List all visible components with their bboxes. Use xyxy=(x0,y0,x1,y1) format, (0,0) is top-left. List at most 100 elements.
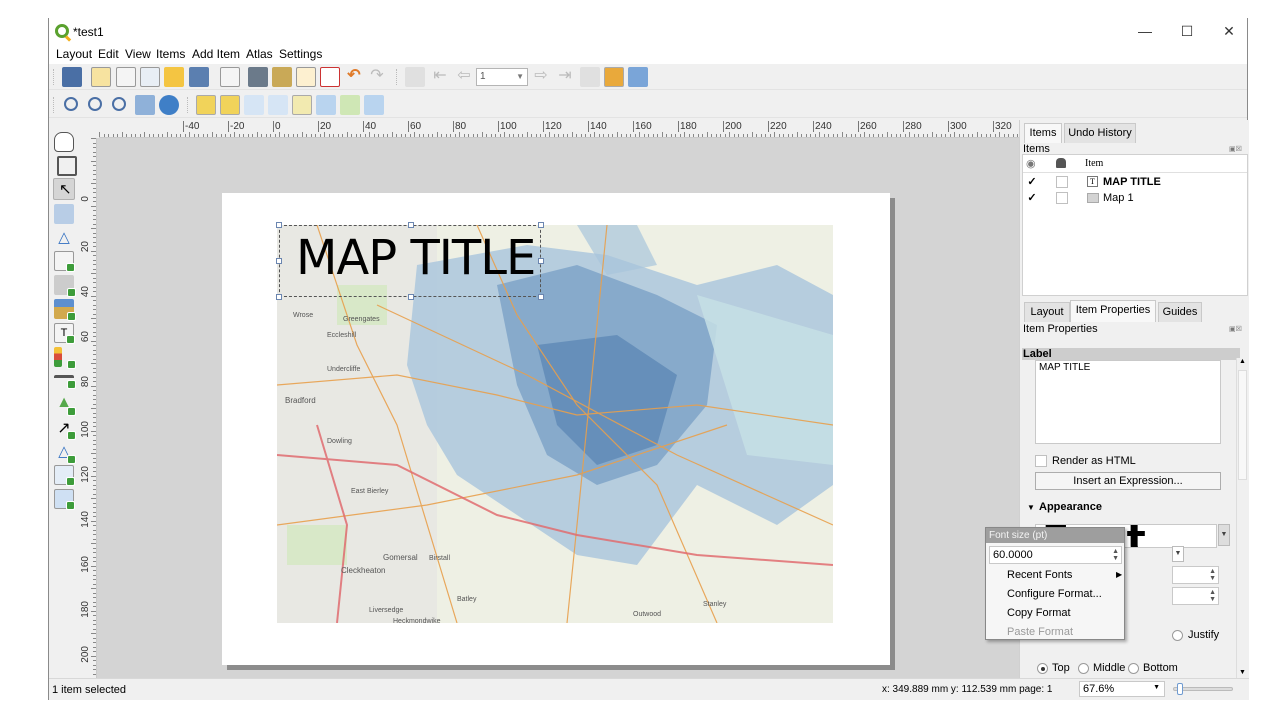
margin-y-spinbox[interactable]: ▲ ▼ xyxy=(1172,587,1219,605)
maximize-button[interactable]: ☐ xyxy=(1167,22,1207,40)
visibility-checkbox[interactable]: ✓ xyxy=(1026,176,1038,188)
next-feature-icon[interactable]: ⇨ xyxy=(531,67,551,87)
resize-handle[interactable] xyxy=(276,222,282,228)
redo-icon[interactable]: ↷ xyxy=(367,67,387,87)
font-size-spinbox[interactable]: 60.0000 ▲ ▼ xyxy=(989,546,1122,564)
spin-arrows-icon[interactable]: ▲ ▼ xyxy=(1112,548,1119,562)
menu-items[interactable]: Items xyxy=(156,47,185,61)
add-attribute-table-icon[interactable] xyxy=(54,489,75,510)
add-3d-map-icon[interactable] xyxy=(54,275,76,297)
tab-item-properties[interactable]: Item Properties xyxy=(1070,300,1156,322)
label-text-editor[interactable]: MAP TITLE xyxy=(1035,360,1221,444)
align-icon[interactable] xyxy=(316,95,336,115)
tree-row-map-title[interactable]: ✓ T MAP TITLE xyxy=(1023,175,1247,191)
resize-handle[interactable] xyxy=(538,294,544,300)
resize-handle[interactable] xyxy=(408,222,414,228)
tree-row-map-1[interactable]: ✓ Map 1 xyxy=(1023,191,1247,207)
dock-float-close-icons[interactable]: ▣☒ xyxy=(1229,325,1245,333)
menu-view[interactable]: View xyxy=(125,47,151,61)
collapse-triangle-icon[interactable]: ▼ xyxy=(1027,503,1035,512)
refresh-icon[interactable] xyxy=(159,95,179,115)
atlas-print-icon[interactable] xyxy=(580,67,600,87)
add-scalebar-icon[interactable] xyxy=(54,375,76,389)
menu-add-item[interactable]: Add Item xyxy=(192,47,240,61)
spin-arrows-icon[interactable]: ▲ ▼ xyxy=(1209,589,1216,603)
resize-handle[interactable] xyxy=(276,294,282,300)
zoom-tool-icon[interactable] xyxy=(57,156,77,176)
font-size-dropdown[interactable]: ▼ xyxy=(1172,546,1184,562)
valign-top-radio[interactable] xyxy=(1037,663,1048,674)
lock-checkbox[interactable] xyxy=(1056,192,1068,204)
appearance-group-header[interactable]: Appearance xyxy=(1039,501,1102,513)
menu-item-recent-fonts[interactable]: Recent Fonts xyxy=(1007,569,1072,581)
zoom-combo[interactable]: 67.6% ▼ xyxy=(1079,681,1165,697)
vertical-ruler[interactable]: 02040608010012014016018020020 xyxy=(79,138,97,678)
export-pdf-icon[interactable] xyxy=(320,67,340,87)
menu-atlas[interactable]: Atlas xyxy=(246,47,273,61)
halign-justify-radio[interactable] xyxy=(1172,630,1183,641)
ungroup-icon[interactable] xyxy=(268,95,288,115)
layout-canvas[interactable]: Bradford Greengates Eccleshill Wrose Und… xyxy=(97,138,1019,678)
menu-item-copy-format[interactable]: Copy Format xyxy=(1007,607,1071,619)
zoom-actual-icon[interactable] xyxy=(112,97,126,111)
add-html-icon[interactable] xyxy=(54,465,75,486)
pan-icon[interactable] xyxy=(54,132,74,152)
lock-checkbox[interactable] xyxy=(1056,176,1068,188)
tab-undo-history[interactable]: Undo History xyxy=(1064,123,1136,143)
duplicate-layout-icon[interactable] xyxy=(116,67,136,87)
toolbar-handle[interactable] xyxy=(53,97,55,113)
group-icon[interactable] xyxy=(244,95,264,115)
valign-bottom-radio[interactable] xyxy=(1128,663,1139,674)
move-content-icon[interactable] xyxy=(54,204,74,224)
undo-icon[interactable]: ↶ xyxy=(344,67,364,87)
map-title-label-item[interactable]: MAP TITLE xyxy=(276,222,544,300)
last-feature-icon[interactable]: ⇥ xyxy=(555,67,575,87)
add-arrow-icon[interactable]: ↗ xyxy=(54,418,76,440)
export-image-icon[interactable] xyxy=(272,67,292,87)
save-as-template-icon[interactable] xyxy=(189,67,209,87)
menu-layout[interactable]: Layout xyxy=(56,47,92,61)
first-feature-icon[interactable]: ⇤ xyxy=(430,67,450,87)
margin-x-spinbox[interactable]: ▲ ▼ xyxy=(1172,566,1219,584)
valign-middle-radio[interactable] xyxy=(1078,663,1089,674)
atlas-settings-icon[interactable] xyxy=(628,67,648,87)
previous-feature-icon[interactable]: ⇦ xyxy=(454,67,474,87)
print-icon[interactable] xyxy=(248,67,268,87)
edit-nodes-icon[interactable]: △ xyxy=(54,228,74,248)
zoom-out-icon[interactable] xyxy=(88,97,102,111)
resize-handle[interactable] xyxy=(538,222,544,228)
visibility-checkbox[interactable]: ✓ xyxy=(1026,192,1038,204)
add-legend-icon[interactable] xyxy=(54,347,76,369)
zoom-full-icon[interactable] xyxy=(135,95,155,115)
items-tree[interactable]: ◉ Item ✓ T MAP TITLE ✓ Map 1 xyxy=(1022,154,1248,296)
menu-item-configure-format[interactable]: Configure Format... xyxy=(1007,588,1102,600)
menu-settings[interactable]: Settings xyxy=(279,47,322,61)
scroll-down-icon[interactable]: ▼ xyxy=(1239,669,1246,676)
zoom-in-icon[interactable] xyxy=(64,97,78,111)
scrollbar-thumb[interactable] xyxy=(1238,370,1247,480)
unlock-items-icon[interactable] xyxy=(220,95,240,115)
spin-arrows-icon[interactable]: ▲ ▼ xyxy=(1209,568,1216,582)
zoom-slider[interactable] xyxy=(1173,683,1233,695)
render-as-html-checkbox[interactable] xyxy=(1035,455,1047,467)
open-template-icon[interactable] xyxy=(164,67,184,87)
resize-icon[interactable] xyxy=(364,95,384,115)
select-move-icon[interactable]: ↖ xyxy=(53,178,75,200)
atlas-preview-icon[interactable] xyxy=(405,67,425,87)
add-shape-icon[interactable]: ▲ xyxy=(54,394,76,416)
distribute-icon[interactable] xyxy=(340,95,360,115)
horizontal-ruler[interactable]: -40 -20 0 20 40 60 80 100 120 140 160 180 200 220 240 2… xyxy=(99,120,1019,138)
export-svg-icon[interactable] xyxy=(296,67,316,87)
atlas-page-combo[interactable]: 1 ▼ xyxy=(476,68,528,86)
font-dropdown-button[interactable]: ▼ xyxy=(1218,524,1230,546)
dock-float-close-icons[interactable]: ▣☒ xyxy=(1229,145,1245,153)
atlas-export-image-icon[interactable] xyxy=(604,67,624,87)
scroll-up-icon[interactable]: ▲ xyxy=(1239,358,1246,365)
new-layout-icon[interactable] xyxy=(91,67,111,87)
lock-items-icon[interactable] xyxy=(196,95,216,115)
insert-expression-button[interactable]: Insert an Expression... xyxy=(1035,472,1221,490)
properties-vertical-scrollbar[interactable]: ▲ ▼ xyxy=(1236,358,1248,678)
menu-edit[interactable]: Edit xyxy=(98,47,119,61)
layout-manager-icon[interactable] xyxy=(140,67,160,87)
tab-guides[interactable]: Guides xyxy=(1158,302,1202,322)
